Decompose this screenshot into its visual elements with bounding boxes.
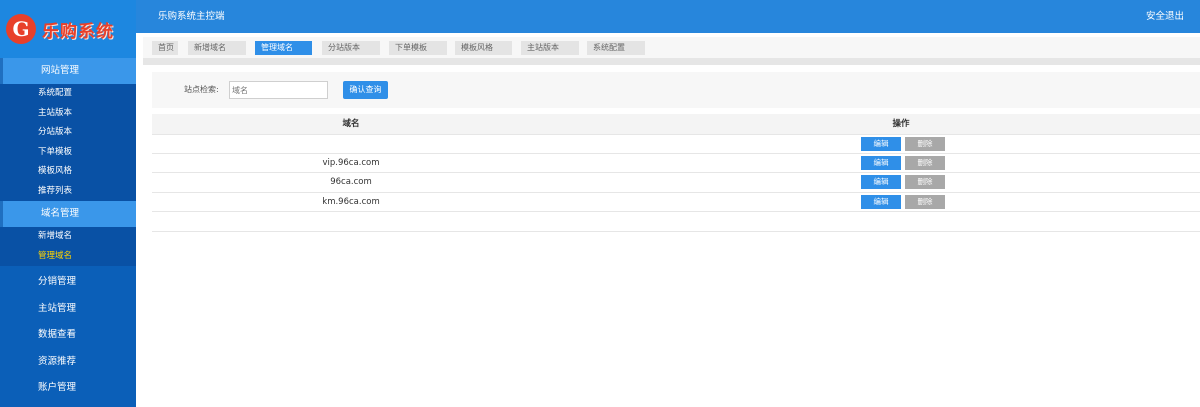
table-row: vip.96ca.com 编辑 删除 — [152, 154, 1200, 173]
domain-cell: km.96ca.com — [322, 196, 380, 207]
column-header-domain: 域名 — [342, 119, 360, 129]
search-input[interactable] — [229, 81, 328, 99]
column-header-actions: 操作 — [892, 119, 910, 129]
edit-button[interactable]: 编辑 — [861, 194, 901, 209]
edit-button[interactable]: 编辑 — [861, 155, 901, 170]
sidebar-item-template-style[interactable]: 模板风格 — [0, 162, 136, 182]
table-header: 域名 操作 — [152, 114, 1200, 134]
divider — [143, 59, 1200, 65]
logout-link[interactable]: 安全退出 — [1146, 0, 1184, 33]
tab-main-version[interactable]: 主站版本 — [521, 41, 579, 55]
delete-button[interactable]: 删除 — [905, 194, 945, 209]
sidebar-item-resource-recommend[interactable]: 资源推荐 — [0, 349, 136, 376]
sidebar-item-sub-version[interactable]: 分站版本 — [0, 123, 136, 143]
edit-button[interactable]: 编辑 — [861, 137, 901, 151]
sidebar-item-recommend-list[interactable]: 推荐列表 — [0, 181, 136, 201]
tab-template-style[interactable]: 模板风格 — [455, 41, 512, 55]
table-row-empty — [152, 212, 1200, 232]
sidebar-item-main-site[interactable]: 主站管理 — [0, 296, 136, 323]
search-panel: 站点检索: 确认查询 — [152, 72, 1200, 108]
top-header: 乐购系统主控端 安全退出 — [136, 0, 1200, 33]
sidebar: G 乐购系统 网站管理 系统配置 主站版本 分站版本 下单模板 模板风格 推荐列… — [0, 0, 136, 407]
delete-button[interactable]: 删除 — [905, 137, 945, 151]
domain-cell: vip.96ca.com — [322, 157, 380, 168]
tab-system-config[interactable]: 系统配置 — [587, 41, 645, 55]
sidebar-item-main-version[interactable]: 主站版本 — [0, 103, 136, 123]
logo-icon: G — [6, 14, 36, 44]
sidebar-section-domain[interactable]: 域名管理 — [0, 201, 136, 227]
delete-button[interactable]: 删除 — [905, 175, 945, 189]
page-title: 乐购系统主控端 — [158, 11, 225, 22]
tab-add-domain[interactable]: 新增域名 — [188, 41, 246, 55]
table-row: 编辑 删除 — [152, 134, 1200, 154]
tab-bar: 首页 新增域名 管理域名 分站版本 下单模板 模板风格 主站版本 系统配置 — [143, 37, 1200, 59]
sidebar-section-website[interactable]: 网站管理 — [0, 58, 136, 84]
logo: G 乐购系统 — [0, 0, 136, 58]
logo-text: 乐购系统 — [42, 21, 114, 42]
sidebar-item-order-template[interactable]: 下单模板 — [0, 142, 136, 162]
tab-home[interactable]: 首页 — [152, 41, 178, 55]
domain-cell: 96ca.com — [330, 177, 372, 187]
delete-button[interactable]: 删除 — [905, 155, 945, 170]
sidebar-item-manage-domain[interactable]: 管理域名 — [0, 246, 136, 266]
sidebar-item-distribution[interactable]: 分销管理 — [0, 269, 136, 296]
tab-manage-domain[interactable]: 管理域名 — [255, 41, 312, 55]
sidebar-item-add-domain[interactable]: 新增域名 — [0, 227, 136, 247]
tab-sub-version[interactable]: 分站版本 — [322, 41, 380, 55]
table-row: 96ca.com 编辑 删除 — [152, 173, 1200, 193]
sidebar-item-data-view[interactable]: 数据查看 — [0, 322, 136, 349]
domain-table: 域名 操作 编辑 删除 vip.96ca.com 编辑 删除 96ca.com … — [152, 114, 1200, 232]
edit-button[interactable]: 编辑 — [861, 175, 901, 189]
tab-order-template[interactable]: 下单模板 — [389, 41, 447, 55]
sidebar-item-account[interactable]: 账户管理 — [0, 375, 136, 402]
sidebar-item-system-config[interactable]: 系统配置 — [0, 84, 136, 104]
search-button[interactable]: 确认查询 — [343, 81, 388, 99]
table-row: km.96ca.com 编辑 删除 — [152, 193, 1200, 212]
search-label: 站点检索: — [184, 85, 219, 94]
